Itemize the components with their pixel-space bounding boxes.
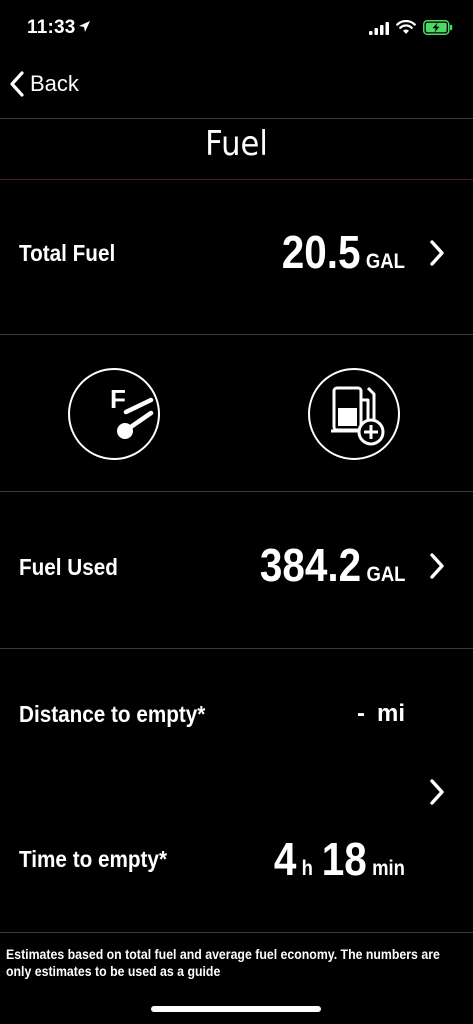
estimates-disclaimer: Estimates based on total fuel and averag…	[6, 946, 440, 979]
gauge-letter: F	[110, 384, 126, 414]
page-title: Fuel	[205, 124, 268, 164]
distance-to-empty-label: Distance to empty*	[19, 701, 206, 727]
fuel-used-value: 384.2	[259, 539, 361, 591]
fuel-gauge-icon: F	[110, 384, 154, 439]
location-arrow-icon	[79, 21, 90, 32]
back-button[interactable]: Back	[8, 66, 79, 102]
time-to-empty-minutes: 18	[321, 833, 367, 885]
distance-to-empty-value-group: - mi	[357, 700, 405, 728]
fuel-gauge-button[interactable]: F	[68, 368, 160, 460]
status-time: 11:33	[27, 17, 76, 38]
status-bar: 11:33	[0, 0, 473, 56]
row-divider	[0, 491, 473, 492]
time-to-empty-label: Time to empty*	[19, 846, 168, 872]
fuel-used-unit: GAL	[365, 563, 405, 586]
distance-to-empty-value: -	[356, 700, 365, 727]
total-fuel-unit: GAL	[365, 250, 405, 273]
total-fuel-label: Total Fuel	[19, 240, 116, 266]
row-divider	[0, 648, 473, 649]
wifi-icon	[396, 20, 416, 34]
row-divider	[0, 334, 473, 335]
range-chevron-icon[interactable]	[426, 777, 448, 807]
total-fuel-value-group: 20.5 GAL	[282, 225, 405, 279]
cellular-signal-icon	[369, 22, 389, 35]
row-divider	[0, 932, 473, 933]
fuel-used-chevron-icon[interactable]	[426, 551, 448, 581]
total-fuel-chevron-icon[interactable]	[426, 238, 448, 268]
chevron-left-icon	[10, 71, 24, 97]
header-divider	[0, 118, 473, 119]
title-divider	[0, 179, 473, 180]
back-label: Back	[30, 71, 79, 96]
add-fuel-button[interactable]	[308, 368, 400, 460]
time-to-empty-minutes-unit: min	[372, 857, 405, 880]
fuel-used-value-group: 384.2 GAL	[259, 538, 405, 592]
time-to-empty-hours-unit: h	[301, 857, 314, 880]
distance-to-empty-unit: mi	[376, 700, 405, 727]
fuel-used-label: Fuel Used	[19, 554, 118, 580]
total-fuel-value: 20.5	[281, 226, 361, 278]
home-indicator[interactable]	[151, 1006, 321, 1012]
battery-charging-icon	[423, 20, 453, 35]
time-to-empty-hours: 4	[273, 833, 297, 885]
time-to-empty-value-group: 4 h 18 min	[274, 832, 405, 886]
fuel-pump-add-icon	[331, 386, 385, 446]
